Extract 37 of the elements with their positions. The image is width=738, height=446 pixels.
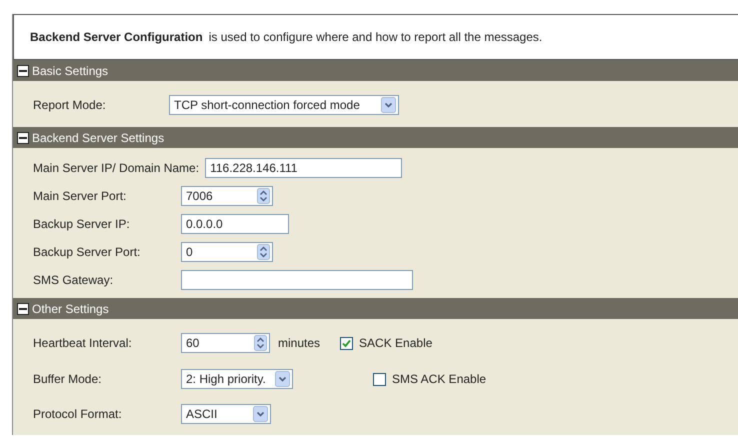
field-label: Heartbeat Interval:: [33, 336, 133, 350]
field-label: Backup Server IP:: [33, 217, 131, 231]
field-label: Backup Server Port:: [33, 245, 142, 259]
section-header[interactable]: Other Settings: [13, 298, 738, 319]
caret-icon[interactable]: [275, 371, 290, 387]
text-field[interactable]: 0.0.0.0: [181, 214, 289, 234]
text-field[interactable]: 116.228.146.111: [205, 158, 402, 178]
checkbox[interactable]: [340, 336, 354, 350]
field-label: Main Server IP/ Domain Name:: [33, 161, 200, 175]
spinner-field[interactable]: 60: [181, 333, 270, 353]
spinner-field[interactable]: 7006: [181, 186, 273, 206]
checkbox-label: SMS ACK Enable: [392, 372, 486, 386]
section-header[interactable]: Backend Server Settings: [13, 127, 738, 148]
spinner-field[interactable]: 0: [181, 242, 273, 262]
dropdown[interactable]: TCP short-connection forced mode: [169, 95, 399, 115]
intro-title: Backend Server Configuration: [30, 30, 203, 44]
field-label: SMS Gateway:: [33, 273, 114, 287]
field-label: Report Mode:: [33, 98, 107, 112]
unit-label: minutes: [278, 336, 320, 350]
section-header[interactable]: Basic Settings: [13, 60, 738, 81]
collapse-icon[interactable]: [17, 302, 29, 314]
spinner-arrows-icon[interactable]: [257, 188, 270, 204]
caret-icon[interactable]: [381, 97, 396, 113]
field-label: Main Server Port:: [33, 189, 128, 203]
spinner-arrows-icon[interactable]: [254, 335, 267, 351]
field-label: Protocol Format:: [33, 407, 123, 421]
collapse-icon[interactable]: [17, 64, 29, 76]
checkbox[interactable]: [373, 372, 386, 386]
collapse-icon[interactable]: [17, 132, 29, 144]
dropdown[interactable]: 2: High priority.: [181, 369, 293, 389]
spinner-arrows-icon[interactable]: [257, 244, 270, 260]
caret-icon[interactable]: [253, 406, 268, 422]
checkbox-label: SACK Enable: [359, 336, 432, 350]
text-field[interactable]: [181, 270, 413, 290]
intro-text: is used to configure where and how to report all the messages.: [208, 30, 542, 44]
dropdown[interactable]: ASCII: [181, 404, 271, 424]
field-label: Buffer Mode:: [33, 372, 102, 386]
